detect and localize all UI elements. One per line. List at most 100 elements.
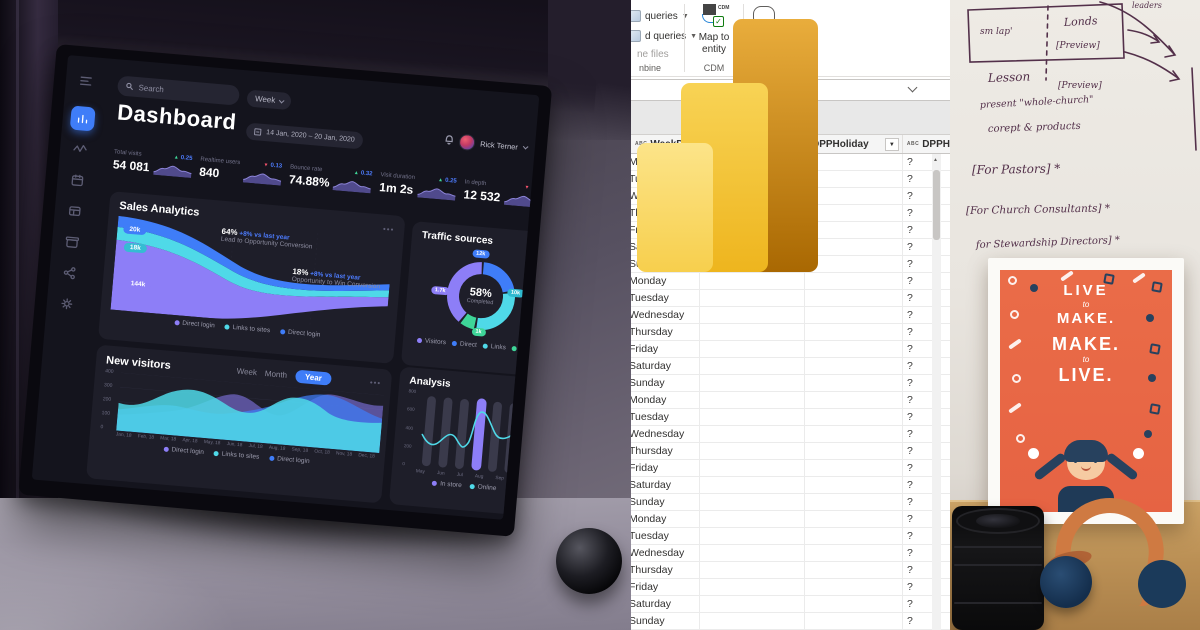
legend-dot-icon bbox=[431, 480, 438, 487]
sidebar-item-menu[interactable] bbox=[73, 68, 99, 94]
sidebar-item-table[interactable] bbox=[62, 198, 88, 224]
period-selector[interactable]: Week bbox=[246, 89, 292, 111]
text-type-icon: ABC bbox=[906, 141, 920, 147]
legend-item: Links to sites bbox=[213, 450, 260, 461]
sidebar-item-archive[interactable] bbox=[59, 229, 85, 255]
cell-dpph-error: ? bbox=[907, 190, 913, 202]
table-row[interactable]: Sunday? bbox=[631, 613, 950, 630]
metric-sparkline bbox=[242, 166, 282, 190]
donut-segment-label: 1.7k bbox=[430, 285, 450, 296]
metric-visit-duration: Visit duration 1m 2s ▲ 0.25 bbox=[378, 172, 459, 206]
table-row[interactable]: Thursday? bbox=[631, 324, 950, 341]
notifications-button[interactable] bbox=[444, 131, 456, 150]
table-row[interactable]: Sunday? bbox=[631, 375, 950, 392]
legend-dot-icon bbox=[416, 337, 423, 344]
table-row[interactable]: Wednesday? bbox=[631, 307, 950, 324]
scroll-up-icon[interactable]: ▲ bbox=[933, 157, 938, 163]
date-range-picker[interactable]: 14 Jan, 2020 – 20 Jan, 2020 bbox=[245, 122, 364, 150]
cell-dppholiday bbox=[805, 239, 903, 255]
cell-dppholiday bbox=[805, 528, 903, 544]
sidebar-item-activity[interactable] bbox=[67, 136, 93, 162]
svg-text:[For Pastors] *: [For Pastors] * bbox=[972, 161, 1061, 177]
cell-blank bbox=[700, 341, 805, 357]
table-row[interactable]: Friday? bbox=[631, 341, 950, 358]
metric-realtime-users: Realtime users 840 ▼ 0.13 bbox=[198, 157, 284, 191]
traffic-menu-button[interactable]: ••• bbox=[537, 241, 540, 251]
table-row[interactable]: Tuesday? bbox=[631, 528, 950, 545]
table-row[interactable]: Thursday? bbox=[631, 443, 950, 460]
y-tick: 0 bbox=[402, 461, 406, 467]
filter-dropdown-icon[interactable]: ▼ bbox=[884, 138, 899, 151]
table-row[interactable]: Wednesday? bbox=[631, 426, 950, 443]
cell-weekday: Monday bbox=[631, 511, 700, 527]
cell-dppholiday bbox=[805, 290, 903, 306]
y-tick: 400 bbox=[104, 368, 114, 376]
table-row[interactable]: Monday? bbox=[631, 273, 950, 290]
y-tick: 300 bbox=[103, 382, 113, 389]
tab-week[interactable]: Week bbox=[236, 367, 257, 378]
cell-dpph-error: ? bbox=[907, 496, 913, 508]
legend-dot-icon bbox=[213, 450, 220, 457]
cell-dpph-error: ? bbox=[907, 445, 913, 457]
tab-year[interactable]: Year bbox=[294, 369, 333, 386]
tab-month[interactable]: Month bbox=[265, 369, 288, 380]
svg-text:present "whole-church": present "whole-church" bbox=[980, 94, 1094, 111]
visitors-tabs: Week Month Year bbox=[236, 365, 333, 386]
poster-line: to bbox=[1082, 300, 1090, 309]
camera-lens bbox=[952, 506, 1044, 630]
svg-text:corept & products: corept & products bbox=[988, 121, 1081, 135]
map-to-entity-button[interactable]: CDM ✓ Map to entity bbox=[689, 3, 739, 55]
formula-expand-chevron-icon[interactable] bbox=[907, 82, 918, 93]
user-menu-chevron-icon[interactable] bbox=[522, 143, 529, 150]
table-row[interactable]: Tuesday? bbox=[631, 290, 950, 307]
vertical-scrollbar[interactable]: ▲ bbox=[932, 154, 941, 630]
cell-weekday: Sunday bbox=[631, 494, 700, 510]
scrollbar-thumb[interactable] bbox=[933, 170, 940, 240]
cell-dpph-error: ? bbox=[907, 598, 913, 610]
x-tick: Aug bbox=[474, 474, 484, 480]
metric-text: Realtime users 840 bbox=[199, 157, 241, 182]
column-header-dppholiday[interactable]: DPPHoliday ▼ bbox=[806, 135, 903, 153]
cell-dpph-error: ? bbox=[907, 207, 913, 219]
table-row[interactable]: Friday? bbox=[631, 460, 950, 477]
x-tick: Mar, 18 bbox=[159, 436, 177, 443]
column-header-dpph[interactable]: ABC DPPH bbox=[903, 135, 950, 153]
donut-segment-label: 10k bbox=[506, 288, 525, 298]
svg-text:sm lap': sm lap' bbox=[980, 27, 1013, 37]
cell-weekday: Monday bbox=[631, 273, 700, 289]
table-row[interactable]: Friday? bbox=[631, 579, 950, 596]
table-row[interactable]: Saturday? bbox=[631, 477, 950, 494]
analysis-menu-button[interactable]: ••• bbox=[524, 386, 536, 396]
cell-blank bbox=[700, 460, 805, 476]
poster-icon-arrow bbox=[1060, 270, 1074, 282]
sidebar-item-calendar[interactable] bbox=[64, 167, 90, 193]
cell-blank bbox=[700, 562, 805, 578]
cell-dppholiday bbox=[805, 188, 903, 204]
avatar[interactable] bbox=[458, 133, 476, 152]
table-row[interactable]: Thursday? bbox=[631, 562, 950, 579]
table-row[interactable]: Saturday? bbox=[631, 596, 950, 613]
sales-title: Sales Analytics bbox=[118, 199, 200, 219]
cdm-icon: CDM ✓ bbox=[701, 4, 729, 30]
cell-blank bbox=[700, 358, 805, 374]
metric-value: 12 532 bbox=[463, 187, 501, 205]
sales-menu-button[interactable]: ••• bbox=[383, 224, 395, 234]
x-tick: Jan, 18 bbox=[115, 432, 132, 439]
sidebar-item-share[interactable] bbox=[57, 260, 83, 286]
cell-blank bbox=[700, 545, 805, 561]
table-row[interactable]: Monday? bbox=[631, 392, 950, 409]
cell-dpph-error: ? bbox=[907, 615, 913, 627]
poster-line: MAKE. bbox=[1056, 310, 1116, 327]
metric-text: Visit duration 1m 2s bbox=[379, 172, 415, 197]
sidebar-item-settings[interactable] bbox=[54, 291, 80, 317]
table-row[interactable]: Monday? bbox=[631, 511, 950, 528]
cell-weekday: Tuesday bbox=[631, 290, 700, 306]
table-row[interactable]: Tuesday? bbox=[631, 409, 950, 426]
table-row[interactable]: Sunday? bbox=[631, 494, 950, 511]
visitors-menu-button[interactable]: ••• bbox=[369, 378, 381, 388]
table-row[interactable]: Wednesday? bbox=[631, 545, 950, 562]
cell-dppholiday bbox=[805, 613, 903, 629]
metric-trend: ▼ 0.13 bbox=[242, 160, 284, 190]
sidebar-item-bar-chart[interactable] bbox=[69, 105, 96, 132]
table-row[interactable]: Saturday? bbox=[631, 358, 950, 375]
